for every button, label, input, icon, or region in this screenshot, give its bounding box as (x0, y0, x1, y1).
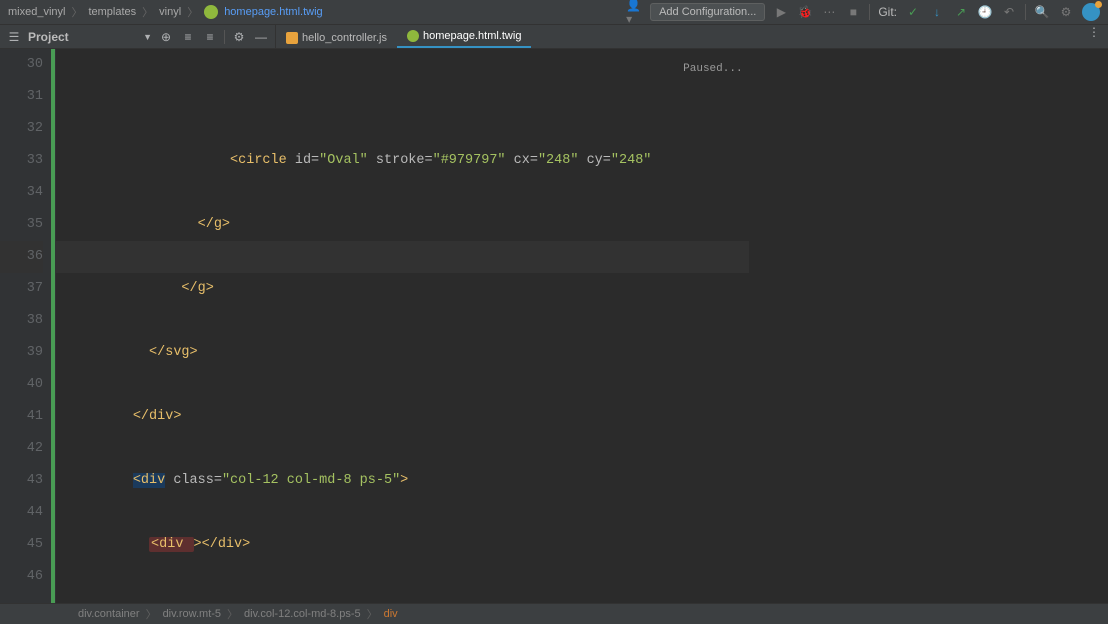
breadcrumb-sep-icon: 〉 (71, 4, 82, 20)
code-editor[interactable]: 30 31 32 33 34 35 36 37 38 39 40 41 42 4… (0, 49, 1108, 603)
tab-label: hello_controller.js (302, 32, 387, 44)
breadcrumb-sep-icon: 〉 (142, 4, 153, 20)
search-icon[interactable]: 🔍 (1034, 4, 1050, 20)
breadcrumb-project[interactable]: mixed_vinyl (8, 6, 65, 18)
status-crumb[interactable]: div.container (78, 608, 140, 620)
js-file-icon (286, 32, 298, 44)
tab-label: homepage.html.twig (423, 30, 521, 42)
tab-hello-controller[interactable]: hello_controller.js (276, 28, 397, 48)
settings-icon[interactable]: ⚙ (1058, 4, 1074, 20)
run-icon[interactable]: ▶ (773, 4, 789, 20)
user-icon[interactable]: 👤▾ (626, 4, 642, 20)
paused-label: Paused... (683, 53, 742, 85)
debug-icon[interactable]: 🐞 (797, 4, 813, 20)
push-icon[interactable]: ↗ (953, 4, 969, 20)
history-icon[interactable]: 🕘 (977, 4, 993, 20)
hide-icon[interactable]: — (253, 29, 269, 45)
commit-icon[interactable]: ✓ (905, 4, 921, 20)
avatar[interactable] (1082, 3, 1100, 21)
locate-icon[interactable]: ⊕ (158, 29, 174, 45)
status-crumb-current[interactable]: div (384, 608, 398, 620)
tab-menu-icon[interactable]: ⋮ (1080, 25, 1108, 48)
status-bar: div.container 〉 div.row.mt-5 〉 div.col-1… (0, 603, 1108, 624)
tab-homepage-twig[interactable]: homepage.html.twig (397, 26, 531, 48)
more-icon[interactable]: ⋯ (821, 4, 837, 20)
stop-icon: ■ (845, 4, 861, 20)
breadcrumb[interactable]: mixed_vinyl 〉 templates 〉 vinyl 〉 homepa… (8, 4, 626, 20)
breadcrumb-file[interactable]: homepage.html.twig (224, 6, 322, 18)
rollback-icon[interactable]: ↶ (1001, 4, 1017, 20)
twig-file-icon (407, 30, 419, 42)
git-label: Git: (878, 5, 897, 19)
twig-file-icon (204, 5, 218, 19)
breadcrumb-folder[interactable]: templates (88, 6, 136, 18)
collapse-icon[interactable]: ≡ (202, 29, 218, 45)
status-crumb[interactable]: div.col-12.col-md-8.ps-5 (244, 608, 361, 620)
expand-icon[interactable]: ≡ (180, 29, 196, 45)
project-label: Project (28, 30, 137, 44)
line-gutter[interactable]: 30 31 32 33 34 35 36 37 38 39 40 41 42 4… (0, 49, 56, 603)
add-configuration-button[interactable]: Add Configuration... (650, 3, 765, 21)
update-icon[interactable]: ↓ (929, 4, 945, 20)
breadcrumb-sep-icon: 〉 (187, 4, 198, 20)
gear-icon[interactable]: ⚙ (231, 29, 247, 45)
status-crumb[interactable]: div.row.mt-5 (163, 608, 221, 620)
chevron-down-icon[interactable]: ▼ (143, 32, 152, 42)
breadcrumb-folder[interactable]: vinyl (159, 6, 181, 18)
project-view-icon[interactable]: ☰ (6, 29, 22, 45)
